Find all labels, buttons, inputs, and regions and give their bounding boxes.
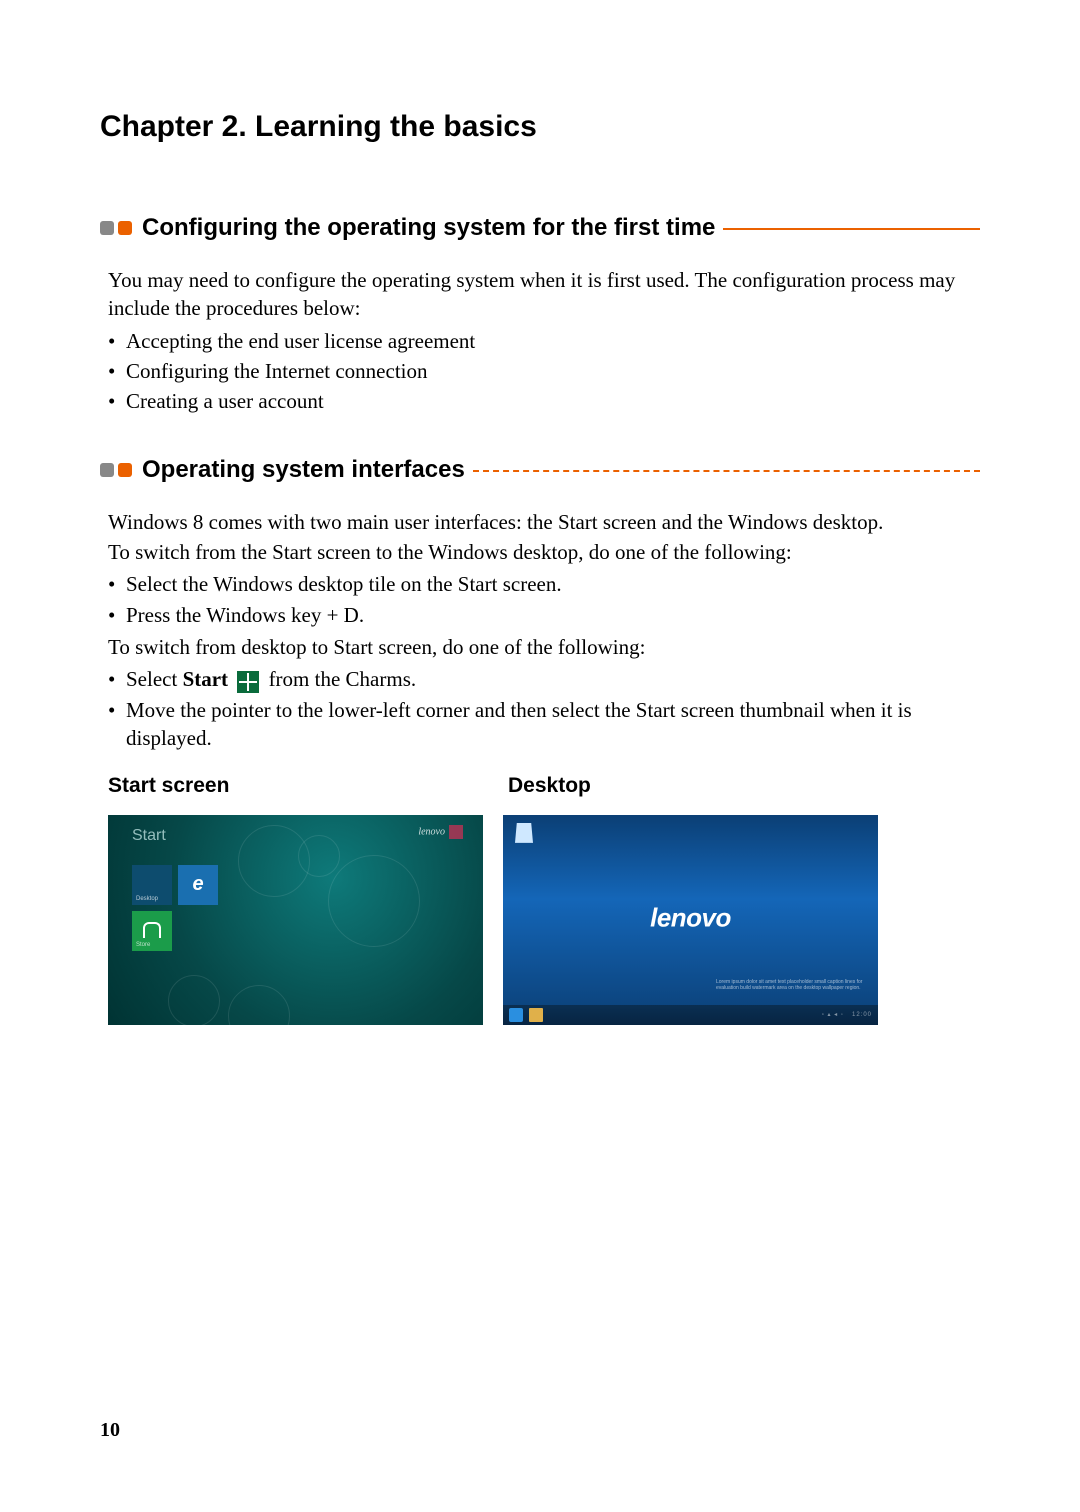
section-title: Configuring the operating system for the… <box>142 214 715 242</box>
section1-intro: You may need to configure the operating … <box>108 266 980 323</box>
list-item: Select the Windows desktop tile on the S… <box>108 570 980 598</box>
start-screen-label: Start <box>132 825 166 847</box>
section-divider-dashed <box>473 470 980 472</box>
section-title: Operating system interfaces <box>142 456 465 484</box>
page-number: 10 <box>100 1419 120 1442</box>
section-interfaces: Operating system interfaces Windows 8 co… <box>100 456 980 1025</box>
tile-store-icon: Store <box>132 911 172 951</box>
tile-internet-explorer-icon: e <box>178 865 218 905</box>
recycle-bin-icon <box>515 823 533 843</box>
section1-list: Accepting the end user license agreement… <box>108 327 980 416</box>
switch-to-desktop-list: Select the Windows desktop tile on the S… <box>108 570 980 629</box>
chapter-title: Chapter 2. Learning the basics <box>100 110 980 144</box>
taskbar-explorer-icon <box>529 1008 543 1022</box>
section-configuring: Configuring the operating system for the… <box>100 214 980 416</box>
tile-desktop-icon: Desktop <box>132 865 172 905</box>
list-item: Press the Windows key + D. <box>108 601 980 629</box>
watermark-text: Lorem ipsum dolor sit amet text placehol… <box>716 979 866 991</box>
list-item: Configuring the Internet connection <box>108 357 980 385</box>
taskbar: ▫ ▴ ◂ ◦ 12:00 <box>503 1005 878 1025</box>
switch-to-start-list: Select Start from the Charms. Move the p… <box>108 665 980 752</box>
label-desktop: Desktop <box>508 772 758 800</box>
start-charm-tile-icon <box>237 671 259 693</box>
section-bullets-icon <box>100 221 132 235</box>
list-item: Creating a user account <box>108 387 980 415</box>
list-item: Move the pointer to the lower-left corne… <box>108 696 980 753</box>
taskbar-tray: ▫ ▴ ◂ ◦ 12:00 <box>822 1011 872 1019</box>
section2-para2: To switch from the Start screen to the W… <box>108 538 980 566</box>
list-item-select-start: Select Start from the Charms. <box>108 665 980 693</box>
user-badge: lenovo <box>418 825 463 839</box>
section2-para3: To switch from desktop to Start screen, … <box>108 633 980 661</box>
desktop-thumbnail: lenovo Lorem ipsum dolor sit amet text p… <box>503 815 878 1025</box>
avatar-icon <box>449 825 463 839</box>
label-start-screen: Start screen <box>108 772 358 800</box>
list-item: Accepting the end user license agreement <box>108 327 980 355</box>
section2-para1: Windows 8 comes with two main user inter… <box>108 508 980 536</box>
start-screen-thumbnail: Start lenovo Desktop e <box>108 815 483 1025</box>
lenovo-logo: lenovo <box>650 901 731 936</box>
taskbar-ie-icon <box>509 1008 523 1022</box>
section-divider-line <box>723 228 980 230</box>
section-bullets-icon <box>100 463 132 477</box>
